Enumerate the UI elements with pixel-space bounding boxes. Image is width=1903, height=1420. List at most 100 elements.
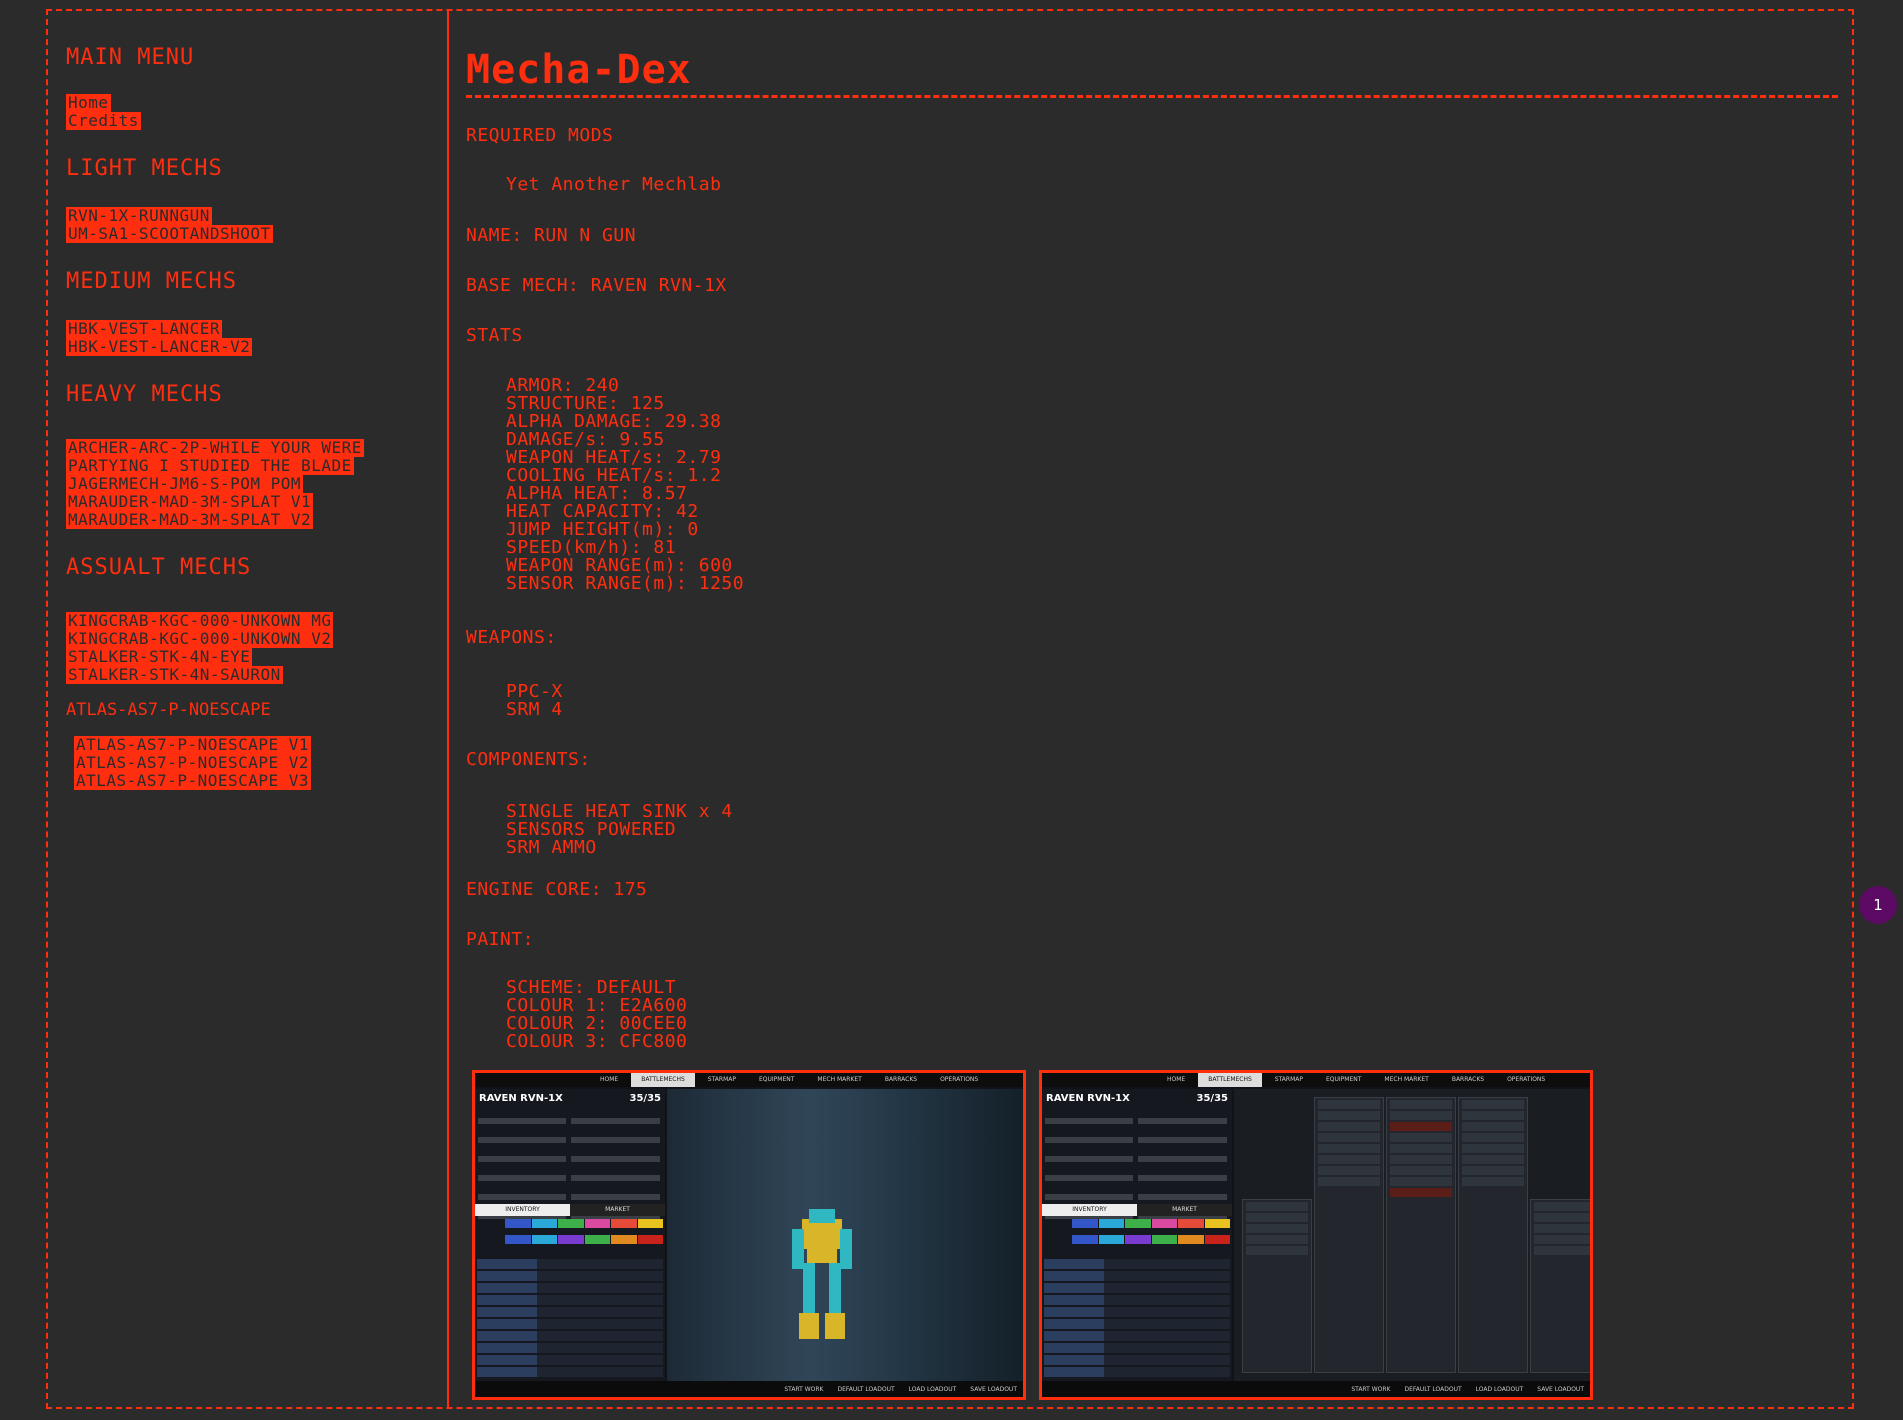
game-tab: BARRACKS bbox=[884, 1076, 918, 1083]
mech-link[interactable]: KINGCRAB-KGC-000-UNKOWN V2 bbox=[66, 630, 334, 648]
mechlab-screenshot-2[interactable]: HOME BATTLEMECHS STARMAP EQUIPMENT MECH … bbox=[1039, 1070, 1593, 1400]
stats-list: ARMOR: 240 STRUCTURE: 125 ALPHA DAMAGE: … bbox=[506, 377, 744, 593]
game-tab: MECH MARKET bbox=[817, 1076, 862, 1083]
components-label: COMPONENTS: bbox=[466, 749, 591, 770]
inventory-tabs: INVENTORY MARKET bbox=[1042, 1204, 1232, 1216]
components-list: SINGLE HEAT SINK x 4 SENSORS POWERED SRM… bbox=[506, 803, 733, 857]
mech-link[interactable]: ATLAS-AS7-P-NOESCAPE V2 bbox=[74, 754, 312, 772]
main-content: Mecha-Dex REQUIRED MODS Yet Another Mech… bbox=[466, 11, 1838, 1407]
assault-mech-links: KINGCRAB-KGC-000-UNKOWN MG KINGCRAB-KGC-… bbox=[66, 612, 447, 684]
loadout-grid bbox=[1234, 1089, 1590, 1381]
inventory-tabs: INVENTORY MARKET bbox=[475, 1204, 665, 1216]
weapon-item: SRM 4 bbox=[506, 699, 563, 720]
game-action: DEFAULT LOADOUT bbox=[837, 1385, 895, 1393]
game-action-bar: START WORK DEFAULT LOADOUT LOAD LOADOUT … bbox=[1042, 1381, 1590, 1397]
filter-swatches bbox=[505, 1219, 663, 1249]
game-tab: HOME bbox=[1167, 1076, 1186, 1083]
mech-link[interactable]: STALKER-STK-4N-SAURON bbox=[66, 666, 283, 684]
page-title: Mecha-Dex bbox=[466, 47, 1838, 98]
game-action: SAVE LOADOUT bbox=[970, 1385, 1017, 1393]
game-tab-bar: HOME BATTLEMECHS STARMAP EQUIPMENT MECH … bbox=[475, 1073, 1023, 1087]
mech-stats-panel: RAVEN RVN-1X 35/35 INVENTORY MARKET bbox=[475, 1089, 665, 1381]
game-tab: OPERATIONS bbox=[1507, 1076, 1546, 1083]
game-tab: HOME bbox=[600, 1076, 619, 1083]
game-tab: EQUIPMENT bbox=[1325, 1076, 1362, 1083]
mech-stats-panel: RAVEN RVN-1X 35/35 INVENTORY MARKET bbox=[1042, 1089, 1232, 1381]
credits-link[interactable]: Credits bbox=[66, 112, 141, 130]
loadout-column bbox=[1314, 1097, 1384, 1373]
game-mech-name: RAVEN RVN-1X bbox=[1046, 1093, 1130, 1104]
mech-model-icon bbox=[792, 1209, 852, 1339]
game-tab: BATTLEMECHS bbox=[631, 1073, 695, 1087]
mech-link[interactable]: ATLAS-AS7-P-NOESCAPE V1 bbox=[74, 736, 312, 754]
mechlab-screenshot-1[interactable]: HOME BATTLEMECHS STARMAP EQUIPMENT MECH … bbox=[472, 1070, 1026, 1400]
market-tab: MARKET bbox=[570, 1204, 665, 1216]
mech-link[interactable]: ATLAS-AS7-P-NOESCAPE V3 bbox=[74, 772, 312, 790]
mech-link[interactable]: RVN-1X-RUNNGUN bbox=[66, 207, 212, 225]
loadout-column bbox=[1458, 1097, 1528, 1373]
stat-item: SENSOR RANGE(m): 1250 bbox=[506, 573, 745, 594]
game-tab: BATTLEMECHS bbox=[1198, 1073, 1262, 1087]
mech-link[interactable]: JAGERMECH-JM6-S-POM POM bbox=[66, 475, 304, 493]
loadout-column bbox=[1386, 1097, 1456, 1373]
required-mods-label: REQUIRED MODS bbox=[466, 125, 614, 146]
mech-bay-scene bbox=[667, 1089, 1023, 1381]
notification-badge[interactable]: 1 bbox=[1859, 886, 1897, 924]
game-action: DEFAULT LOADOUT bbox=[1404, 1385, 1462, 1393]
mech-link[interactable]: PARTYING I STUDIED THE BLADE bbox=[66, 457, 354, 475]
market-tab: MARKET bbox=[1137, 1204, 1232, 1216]
mech-link[interactable]: HBK-VEST-LANCER-V2 bbox=[66, 338, 253, 356]
base-mech: BASE MECH: RAVEN RVN-1X bbox=[466, 275, 727, 296]
inventory-tab: INVENTORY bbox=[1042, 1204, 1137, 1216]
game-tab: EQUIPMENT bbox=[758, 1076, 795, 1083]
inventory-tab: INVENTORY bbox=[475, 1204, 570, 1216]
atlas-mech-links: ATLAS-AS7-P-NOESCAPE V1 ATLAS-AS7-P-NOES… bbox=[66, 736, 447, 790]
mech-link[interactable]: MARAUDER-MAD-3M-SPLAT V2 bbox=[66, 511, 314, 529]
game-tab: STARMAP bbox=[707, 1076, 736, 1083]
stats-label: STATS bbox=[466, 325, 523, 346]
inventory-rows bbox=[477, 1259, 663, 1379]
home-link[interactable]: Home bbox=[66, 94, 111, 112]
main-links: Home Credits bbox=[66, 94, 447, 130]
game-tonnage: 35/35 bbox=[1196, 1093, 1228, 1104]
game-tab: STARMAP bbox=[1274, 1076, 1303, 1083]
game-mech-name: RAVEN RVN-1X bbox=[479, 1093, 563, 1104]
mech-link[interactable]: STALKER-STK-4N-EYE bbox=[66, 648, 253, 666]
mech-link[interactable]: UM-SA1-SCOOTANDSHOOT bbox=[66, 225, 273, 243]
paint-list: SCHEME: DEFAULT COLOUR 1: E2A600 COLOUR … bbox=[506, 979, 687, 1051]
game-tab: MECH MARKET bbox=[1384, 1076, 1429, 1083]
medium-mech-links: HBK-VEST-LANCER HBK-VEST-LANCER-V2 bbox=[66, 320, 447, 356]
inventory-rows bbox=[1044, 1259, 1230, 1379]
medium-mechs-heading: MEDIUM MECHS bbox=[66, 269, 237, 294]
page-frame: MAIN MENU Home Credits LIGHT MECHS RVN-1… bbox=[46, 9, 1854, 1409]
assault-mechs-heading: ASSUALT MECHS bbox=[66, 555, 252, 580]
engine-core: ENGINE CORE: 175 bbox=[466, 879, 648, 900]
heavy-mech-links: ARCHER-ARC-2P-WHILE YOUR WERE PARTYING I… bbox=[66, 439, 447, 529]
loadout-column bbox=[1530, 1199, 1590, 1373]
mech-link[interactable]: HBK-VEST-LANCER bbox=[66, 320, 222, 338]
light-mech-links: RVN-1X-RUNNGUN UM-SA1-SCOOTANDSHOOT bbox=[66, 207, 447, 243]
game-action: START WORK bbox=[784, 1385, 824, 1393]
heavy-mechs-heading: HEAVY MECHS bbox=[66, 382, 223, 407]
game-action: LOAD LOADOUT bbox=[908, 1385, 957, 1393]
light-mechs-heading: LIGHT MECHS bbox=[66, 156, 223, 181]
loadout-column bbox=[1242, 1199, 1312, 1373]
filter-swatches bbox=[1072, 1219, 1230, 1249]
game-tab: OPERATIONS bbox=[940, 1076, 979, 1083]
mech-link[interactable]: ARCHER-ARC-2P-WHILE YOUR WERE bbox=[66, 439, 364, 457]
weapons-label: WEAPONS: bbox=[466, 627, 557, 648]
game-tab: BARRACKS bbox=[1451, 1076, 1485, 1083]
paint-label: PAINT: bbox=[466, 929, 535, 950]
game-action: SAVE LOADOUT bbox=[1537, 1385, 1584, 1393]
component-item: SRM AMMO bbox=[506, 837, 597, 858]
game-action: LOAD LOADOUT bbox=[1475, 1385, 1524, 1393]
mech-link[interactable]: MARAUDER-MAD-3M-SPLAT V1 bbox=[66, 493, 314, 511]
required-mods-list: Yet Another Mechlab bbox=[506, 176, 721, 194]
game-action: START WORK bbox=[1351, 1385, 1391, 1393]
game-action-bar: START WORK DEFAULT LOADOUT LOAD LOADOUT … bbox=[475, 1381, 1023, 1397]
mech-link[interactable]: KINGCRAB-KGC-000-UNKOWN MG bbox=[66, 612, 334, 630]
atlas-subheading: ATLAS-AS7-P-NOESCAPE bbox=[66, 700, 271, 720]
mod-item: Yet Another Mechlab bbox=[506, 174, 722, 195]
game-tonnage: 35/35 bbox=[629, 1093, 661, 1104]
mech-name: NAME: RUN N GUN bbox=[466, 225, 637, 246]
